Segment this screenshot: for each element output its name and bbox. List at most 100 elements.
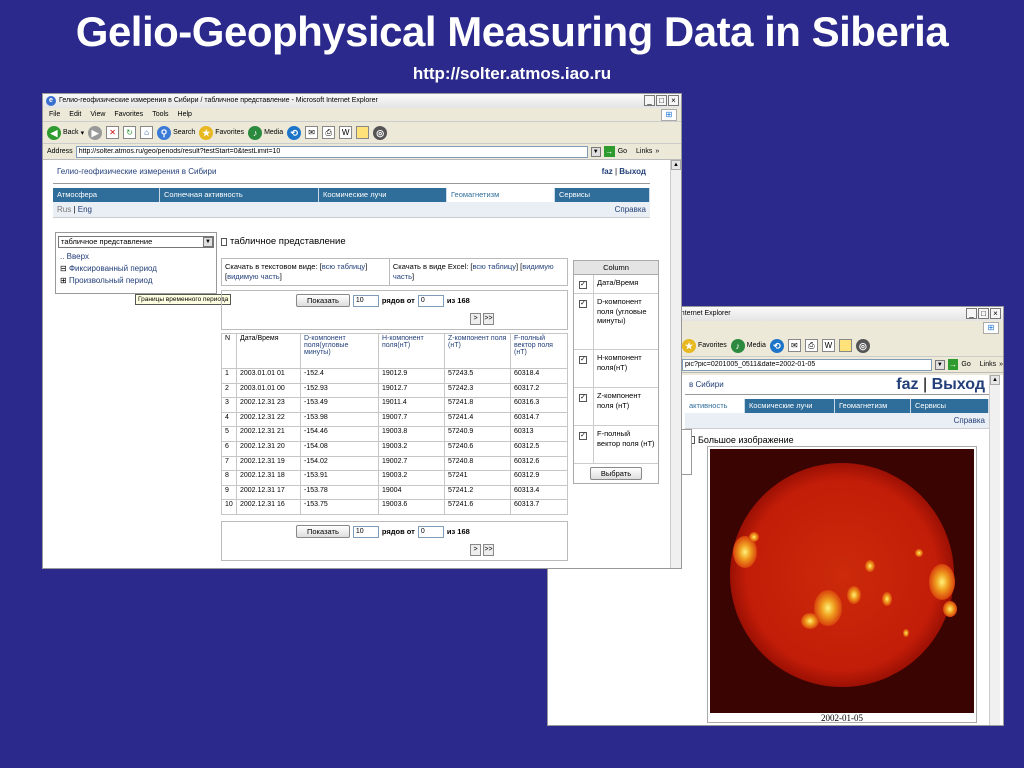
address-input[interactable] xyxy=(682,358,933,371)
favorites-button[interactable]: ★ Favorites xyxy=(199,125,244,140)
minimize-button[interactable]: _ xyxy=(644,95,655,106)
nav-solar[interactable]: активность xyxy=(685,399,745,413)
go-icon[interactable]: → xyxy=(947,359,959,370)
next-page-button[interactable]: > xyxy=(470,313,481,325)
maximize-button[interactable]: □ xyxy=(656,95,667,106)
close-button[interactable]: × xyxy=(990,308,1001,319)
home-icon[interactable]: ⌂ xyxy=(140,126,154,139)
messenger-icon[interactable]: ◎ xyxy=(855,338,870,353)
table-cell: -153.75 xyxy=(300,499,379,515)
links-button[interactable]: Links xyxy=(636,148,652,155)
nav-solar[interactable]: Солнечная активность xyxy=(160,188,319,202)
table-cell: 19007.7 xyxy=(378,411,445,428)
lang-ru[interactable]: Rus xyxy=(57,205,71,214)
column-option[interactable]: ✓ D-компонент поля (угловые минуты) xyxy=(574,294,658,350)
forward-icon[interactable]: ▶ xyxy=(88,125,103,140)
menu-file[interactable]: File xyxy=(49,108,60,121)
user-link[interactable]: faz xyxy=(602,167,613,176)
edit-icon[interactable]: W xyxy=(339,126,353,139)
favorites-button[interactable]: ★ Favorites xyxy=(682,338,727,353)
menu-tools[interactable]: Tools xyxy=(152,108,168,121)
checkbox-checked-icon[interactable]: ✓ xyxy=(579,432,587,440)
table-cell: 60313.4 xyxy=(510,484,568,501)
tree-item-fixed[interactable]: ⊟ Фиксированный период xyxy=(60,263,216,275)
nav-services[interactable]: Сервисы xyxy=(911,399,989,413)
address-input[interactable] xyxy=(75,145,588,158)
menu-edit[interactable]: Edit xyxy=(69,108,81,121)
history-icon[interactable]: ⟲ xyxy=(287,125,302,140)
rows-count-input-bottom[interactable]: 10 xyxy=(352,525,379,538)
help-link[interactable]: Справка xyxy=(954,416,985,425)
user-link[interactable]: faz xyxy=(896,376,918,393)
address-dropdown-icon[interactable]: ▼ xyxy=(590,146,601,157)
links-button[interactable]: Links xyxy=(980,361,996,368)
column-option-label: Z-компонент поля (нТ) xyxy=(597,391,641,410)
column-option[interactable]: ✓ F-полный вектор поля (нТ) xyxy=(574,426,658,464)
menu-favorites[interactable]: Favorites xyxy=(114,108,143,121)
checkbox-checked-icon[interactable]: ✓ xyxy=(579,281,587,289)
view-select[interactable]: табличное представление ▼ xyxy=(58,236,214,248)
address-dropdown-icon[interactable]: ▼ xyxy=(935,359,945,370)
messenger-icon[interactable]: ◎ xyxy=(373,125,388,140)
nav-cosmic[interactable]: Космические лучи xyxy=(745,399,835,413)
nav-geomagnetism[interactable]: Геомагнетизм xyxy=(835,399,911,413)
back-button[interactable]: ◀ Back ▾ xyxy=(47,125,84,140)
next-page-button-bottom[interactable]: > xyxy=(470,544,481,556)
logout-link[interactable]: Выход xyxy=(619,167,646,176)
nav-geomagnetism[interactable]: Геомагнетизм xyxy=(447,188,555,202)
nav-atmosphere[interactable]: Атмосфера xyxy=(53,188,160,202)
vertical-scrollbar[interactable]: ▲ xyxy=(989,375,1000,725)
choose-button[interactable]: Выбрать xyxy=(589,467,643,480)
menu-help[interactable]: Help xyxy=(178,108,192,121)
search-button[interactable]: ⚲ Search xyxy=(157,125,195,140)
show-button-bottom[interactable]: Показать xyxy=(296,525,350,538)
checkbox-checked-icon[interactable]: ✓ xyxy=(579,300,587,308)
page-viewport: ▲ Гелио-геофизические измерения в Сибири… xyxy=(43,160,681,568)
column-option[interactable]: ✓ Дата/Время xyxy=(574,275,658,294)
nav-services[interactable]: Сервисы xyxy=(555,188,650,202)
go-icon[interactable]: → xyxy=(603,146,615,157)
col-header-datetime: Дата/Время xyxy=(236,333,301,369)
logout-link[interactable]: Выход xyxy=(932,376,985,393)
go-button[interactable]: Go xyxy=(961,361,970,368)
media-button[interactable]: ♪ Media xyxy=(248,125,283,140)
close-button[interactable]: × xyxy=(668,95,679,106)
mail-icon[interactable]: ✉ xyxy=(787,339,801,352)
column-option[interactable]: ✓ Z-компонент поля (нТ) xyxy=(574,388,658,426)
start-row-input[interactable]: 0 xyxy=(417,294,444,307)
scroll-up-icon[interactable]: ▲ xyxy=(990,375,1000,385)
menu-view[interactable]: View xyxy=(90,108,105,121)
discuss-icon[interactable] xyxy=(838,339,852,352)
maximize-button[interactable]: □ xyxy=(978,308,989,319)
start-row-input-bottom[interactable]: 0 xyxy=(417,525,444,538)
checkbox-checked-icon[interactable]: ✓ xyxy=(579,356,587,364)
download-text-all[interactable]: всю таблицу xyxy=(322,262,365,271)
scroll-up-icon[interactable]: ▲ xyxy=(671,160,681,170)
vertical-scrollbar[interactable]: ▲ xyxy=(670,160,681,568)
media-button[interactable]: ♪ Media xyxy=(730,338,766,353)
help-link[interactable]: Справка xyxy=(615,205,646,214)
discuss-icon[interactable] xyxy=(356,126,370,139)
last-page-button-bottom[interactable]: >> xyxy=(483,544,494,556)
print-icon[interactable]: ⎙ xyxy=(804,339,818,352)
last-page-button[interactable]: >> xyxy=(483,313,494,325)
edit-icon[interactable]: W xyxy=(821,339,835,352)
refresh-icon[interactable]: ↻ xyxy=(123,126,137,139)
go-button[interactable]: Go xyxy=(618,148,627,155)
rows-count-input[interactable]: 10 xyxy=(352,294,379,307)
checkbox-checked-icon[interactable]: ✓ xyxy=(579,394,587,402)
mail-icon[interactable]: ✉ xyxy=(305,126,319,139)
tree-up-link[interactable]: .. Вверх xyxy=(60,251,216,263)
history-icon[interactable]: ⟲ xyxy=(769,338,784,353)
expand-icon: ⊞ xyxy=(60,276,67,285)
tree-item-arbitrary[interactable]: ⊞ Произвольный период xyxy=(60,275,216,287)
show-button[interactable]: Показать xyxy=(296,294,350,307)
download-excel-all[interactable]: всю таблицу xyxy=(473,262,516,271)
print-icon[interactable]: ⎙ xyxy=(322,126,336,139)
column-option[interactable]: ✓ H-компонент поля(нТ) xyxy=(574,350,658,388)
download-text-visible[interactable]: видимую часть xyxy=(227,272,280,281)
nav-cosmic[interactable]: Космические лучи xyxy=(319,188,447,202)
stop-icon[interactable]: ✕ xyxy=(106,126,120,139)
minimize-button[interactable]: _ xyxy=(966,308,977,319)
lang-en[interactable]: Eng xyxy=(78,205,92,214)
